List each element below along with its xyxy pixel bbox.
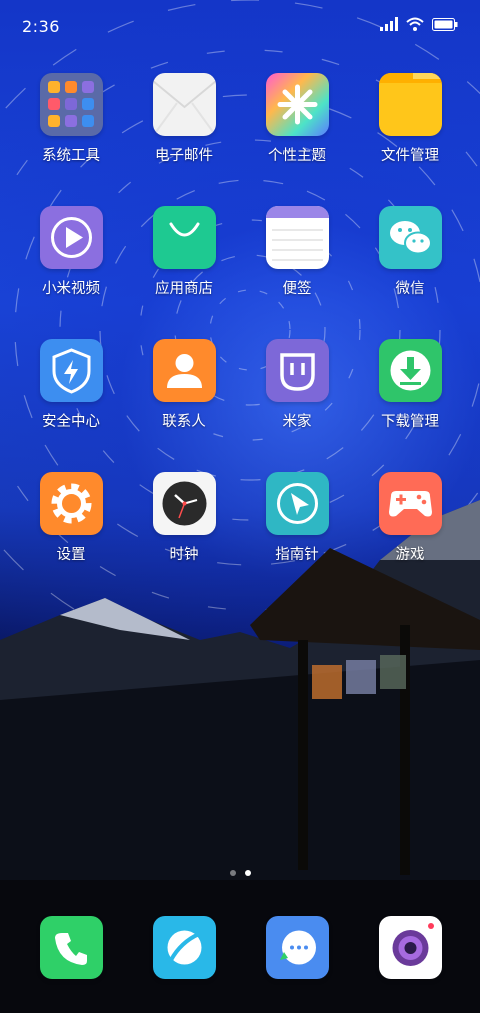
app-clock[interactable]: 时钟 bbox=[129, 472, 239, 582]
play-icon bbox=[39, 206, 103, 269]
gear-icon bbox=[39, 472, 103, 535]
app-label: 电子邮件 bbox=[155, 148, 213, 164]
app-mi-video[interactable]: 小米视频 bbox=[16, 206, 126, 316]
app-label: 安全中心 bbox=[42, 414, 100, 430]
page-dot[interactable] bbox=[229, 870, 236, 876]
app-label: 个性主题 bbox=[268, 148, 326, 164]
page-dot-current[interactable] bbox=[244, 870, 251, 876]
app-label: 时钟 bbox=[169, 547, 199, 563]
person-icon bbox=[152, 339, 216, 402]
phone-icon bbox=[39, 916, 103, 979]
app-compass[interactable]: 指南针 bbox=[242, 472, 352, 582]
mijia-icon bbox=[265, 339, 329, 402]
status-bar: 2:36 bbox=[0, 0, 480, 52]
notepad-icon bbox=[265, 206, 329, 269]
app-label: 微信 bbox=[395, 281, 425, 297]
file-folder-icon bbox=[378, 73, 442, 136]
app-system-tools[interactable]: 系统工具 bbox=[16, 73, 126, 183]
dock-camera[interactable] bbox=[355, 916, 465, 986]
status-time: 2:36 bbox=[22, 17, 60, 36]
battery-icon bbox=[432, 17, 458, 31]
app-themes[interactable]: 个性主题 bbox=[242, 73, 352, 183]
app-wechat[interactable]: 微信 bbox=[355, 206, 465, 316]
app-downloads[interactable]: 下载管理 bbox=[355, 339, 465, 449]
compass-icon bbox=[265, 472, 329, 535]
app-mijia[interactable]: 米家 bbox=[242, 339, 352, 449]
app-security-center[interactable]: 安全中心 bbox=[16, 339, 126, 449]
app-games[interactable]: 游戏 bbox=[355, 472, 465, 582]
page-indicator[interactable] bbox=[0, 870, 480, 876]
app-email[interactable]: 电子邮件 bbox=[129, 73, 239, 183]
app-settings[interactable]: 设置 bbox=[16, 472, 126, 582]
app-label: 应用商店 bbox=[155, 281, 213, 297]
dock-phone[interactable] bbox=[16, 916, 126, 986]
app-label: 文件管理 bbox=[381, 148, 439, 164]
app-label: 便签 bbox=[282, 281, 312, 297]
signal-icon bbox=[380, 17, 398, 31]
app-label: 下载管理 bbox=[381, 414, 439, 430]
app-notes[interactable]: 便签 bbox=[242, 206, 352, 316]
app-label: 游戏 bbox=[395, 547, 425, 563]
download-icon bbox=[378, 339, 442, 402]
dock-browser[interactable] bbox=[129, 916, 239, 986]
theme-flower-icon bbox=[265, 73, 329, 136]
app-label: 联系人 bbox=[162, 414, 206, 430]
app-label: 小米视频 bbox=[42, 281, 100, 297]
app-label: 设置 bbox=[56, 547, 86, 563]
app-app-store[interactable]: 应用商店 bbox=[129, 206, 239, 316]
app-label: 米家 bbox=[282, 414, 312, 430]
wifi-icon bbox=[406, 17, 424, 31]
app-file-manager[interactable]: 文件管理 bbox=[355, 73, 465, 183]
envelope-icon bbox=[152, 73, 216, 136]
wechat-icon bbox=[378, 206, 442, 269]
messages-icon bbox=[265, 916, 329, 979]
browser-icon bbox=[152, 916, 216, 979]
app-label: 指南针 bbox=[275, 547, 319, 563]
folder-icon bbox=[39, 73, 103, 136]
dock-messages[interactable] bbox=[242, 916, 352, 986]
shield-icon bbox=[39, 339, 103, 402]
app-label: 系统工具 bbox=[42, 148, 100, 164]
shopping-bag-icon bbox=[152, 206, 216, 269]
gamepad-icon bbox=[378, 472, 442, 535]
camera-icon bbox=[378, 916, 442, 979]
app-contacts[interactable]: 联系人 bbox=[129, 339, 239, 449]
clock-icon bbox=[152, 472, 216, 535]
